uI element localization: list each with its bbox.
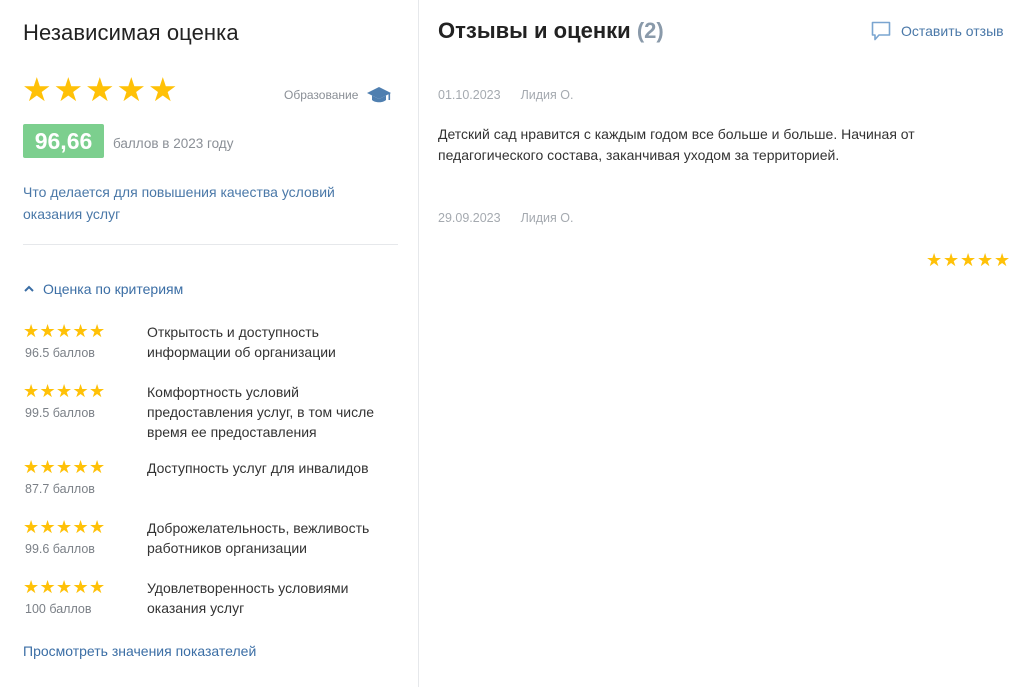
star-icon: ★: [23, 381, 40, 401]
view-indicators-link[interactable]: Просмотреть значения показателей: [23, 643, 256, 659]
star-icon: ★: [39, 577, 56, 597]
star-icon: ★: [89, 381, 106, 401]
star-icon: ★: [72, 381, 89, 401]
star-icon: ★: [116, 71, 147, 108]
category-tag: Образование: [284, 85, 392, 105]
star-icon: ★: [960, 250, 977, 270]
criterion-label: Удовлетворенность условиями оказания усл…: [147, 580, 349, 616]
criterion-stars: ★ ★ ★ ★ ★: [23, 518, 106, 536]
star-icon: ★: [23, 517, 40, 537]
leave-review-button[interactable]: Оставить отзыв: [870, 20, 1004, 42]
independent-rating-panel: Независимая оценка ★ ★ ★ ★ ★ Образование…: [0, 0, 419, 687]
score-badge: 96,66: [23, 124, 104, 158]
score-caption: баллов в 2023 году: [113, 136, 234, 151]
star-icon: ★: [943, 250, 960, 270]
comment-icon: [871, 21, 891, 41]
criterion-stars: ★ ★ ★ ★ ★: [23, 578, 106, 596]
quality-improvement-link[interactable]: Что делается для повышения качества усло…: [23, 181, 383, 225]
review-date: 01.10.2023: [438, 88, 501, 102]
category-label: Образование: [284, 88, 359, 102]
criterion-score: 99.6 баллов: [25, 542, 95, 556]
independent-rating-title: Независимая оценка: [23, 20, 239, 45]
criterion-stars: ★ ★ ★ ★ ★: [23, 322, 106, 340]
reviews-title-text: Отзывы и оценки: [438, 18, 631, 43]
star-icon: ★: [89, 321, 106, 341]
reviews-panel: Отзывы и оценки (2) Оставить отзыв 01.10…: [420, 0, 1032, 687]
graduation-cap-icon: [367, 87, 392, 103]
criterion-score: 87.7 баллов: [25, 482, 95, 496]
review-meta: 01.10.2023 Лидия О.: [438, 88, 573, 102]
criterion-label: Открытость и доступность информации об о…: [147, 324, 336, 360]
star-icon: ★: [56, 517, 73, 537]
criterion-label: Доброжелательность, вежливость работнико…: [147, 520, 370, 556]
divider: [23, 244, 398, 245]
star-icon: ★: [23, 457, 40, 477]
review-author: Лидия О.: [520, 88, 574, 102]
star-icon: ★: [72, 321, 89, 341]
star-icon: ★: [39, 321, 56, 341]
star-icon: ★: [89, 457, 106, 477]
review-text: Детский сад нравится с каждым годом все …: [438, 126, 915, 163]
star-icon: ★: [72, 457, 89, 477]
criteria-toggle[interactable]: Оценка по критериям: [23, 281, 183, 297]
chevron-up-icon: [24, 285, 34, 292]
star-icon: ★: [89, 577, 106, 597]
criterion-score: 96.5 баллов: [25, 346, 95, 360]
star-icon: ★: [23, 577, 40, 597]
star-icon: ★: [56, 457, 73, 477]
star-icon: ★: [39, 517, 56, 537]
review-date: 29.09.2023: [438, 211, 501, 225]
review-author: Лидия О.: [520, 211, 574, 225]
star-icon: ★: [56, 577, 73, 597]
star-icon: ★: [39, 381, 56, 401]
star-icon: ★: [39, 457, 56, 477]
star-icon: ★: [148, 71, 178, 108]
reviews-count: (2): [636, 18, 664, 43]
star-icon: ★: [56, 381, 73, 401]
criterion-label: Доступность услуг для инвалидов: [147, 460, 369, 476]
criterion-label: Комфортность условий предоставления услу…: [147, 384, 375, 440]
star-icon: ★: [72, 577, 89, 597]
criterion-stars: ★ ★ ★ ★ ★: [23, 382, 106, 400]
overall-rating-stars: ★ ★ ★ ★ ★: [22, 73, 180, 106]
star-icon: ★: [89, 517, 106, 537]
star-icon: ★: [85, 71, 115, 108]
review-meta: 29.09.2023 Лидия О.: [438, 211, 573, 225]
star-icon: ★: [977, 250, 994, 270]
reviews-title: Отзывы и оценки (2): [438, 18, 664, 44]
star-icon: ★: [53, 71, 84, 108]
criteria-toggle-label: Оценка по критериям: [43, 281, 184, 297]
star-icon: ★: [72, 517, 89, 537]
criterion-score: 99.5 баллов: [25, 406, 95, 420]
star-icon: ★: [22, 71, 52, 108]
star-icon: ★: [994, 250, 1011, 270]
criterion-stars: ★ ★ ★ ★ ★: [23, 458, 106, 476]
star-icon: ★: [56, 321, 73, 341]
star-icon: ★: [926, 250, 943, 270]
leave-review-label: Оставить отзыв: [901, 23, 1004, 39]
review-rating-stars: ★ ★ ★ ★ ★: [926, 251, 1011, 269]
star-icon: ★: [23, 321, 40, 341]
criterion-score: 100 баллов: [25, 602, 92, 616]
